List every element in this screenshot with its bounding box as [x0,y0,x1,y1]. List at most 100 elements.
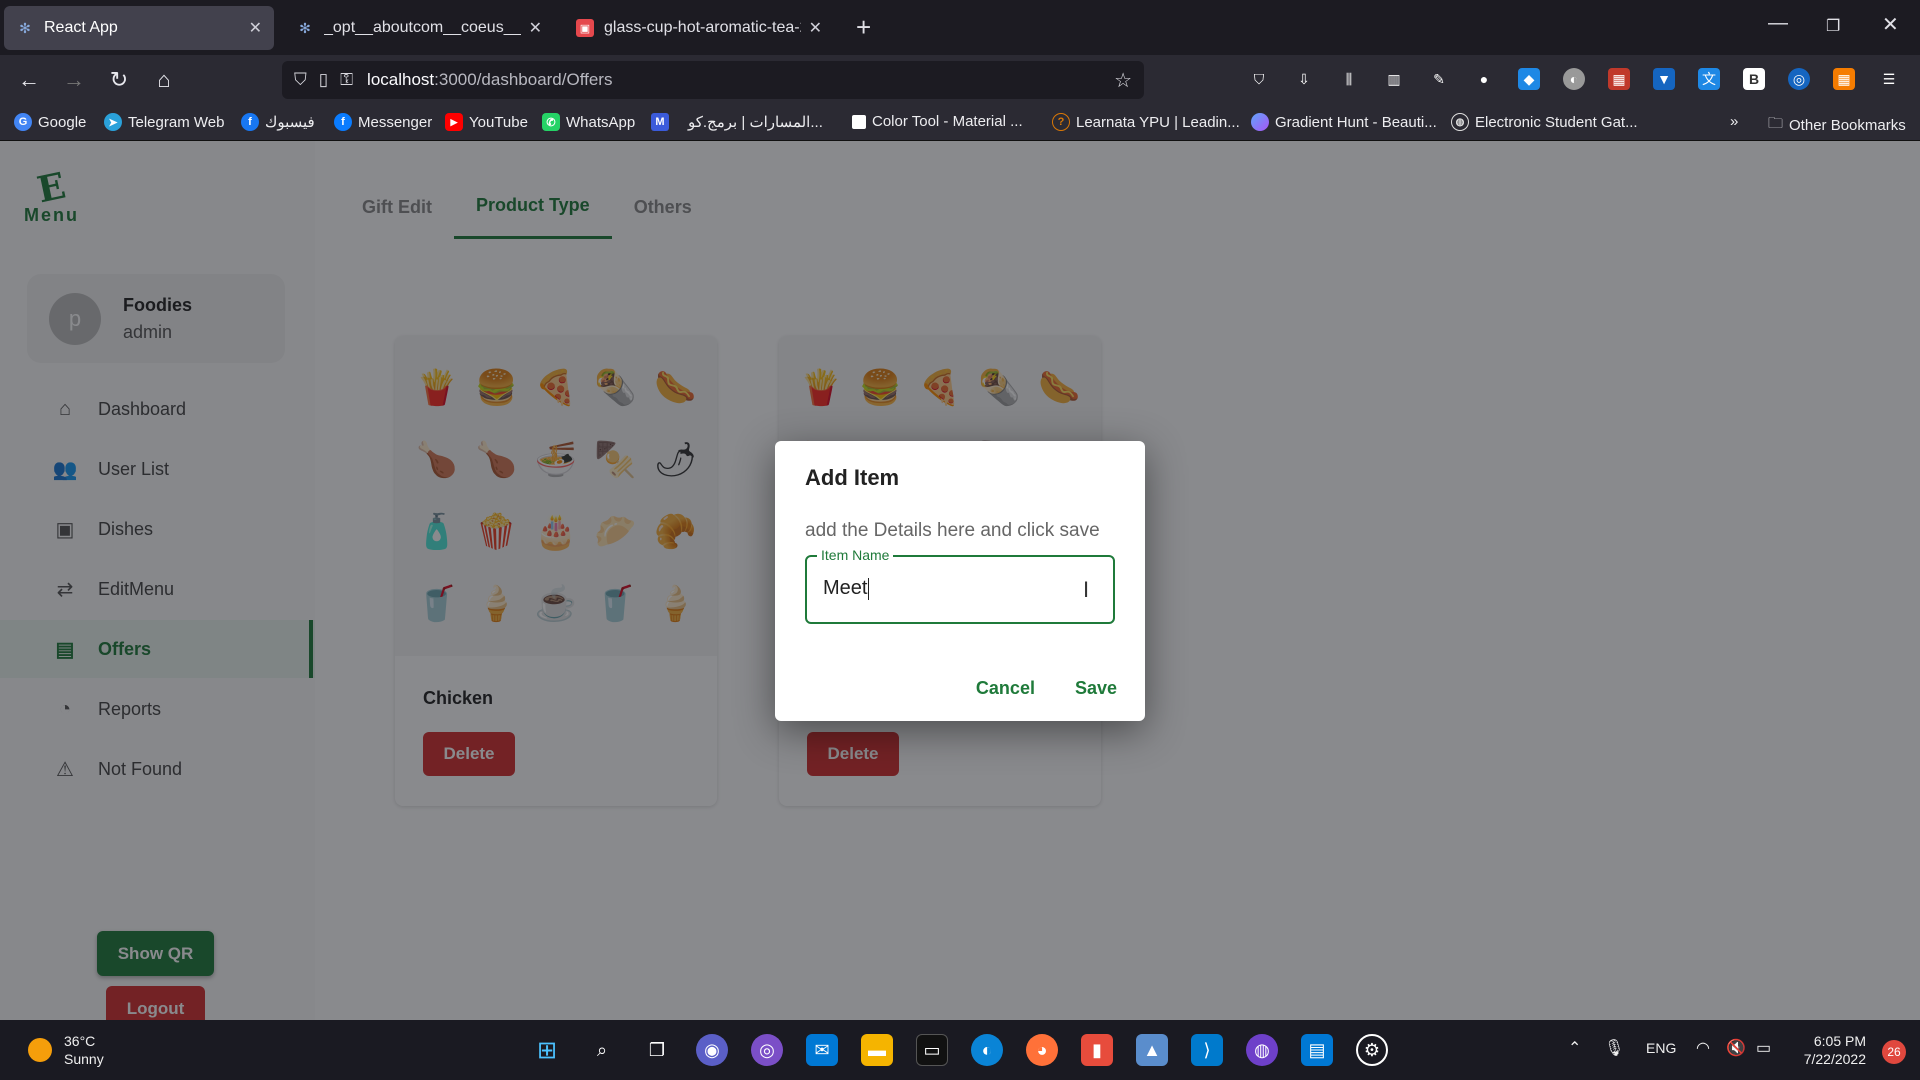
office-icon[interactable]: ▮ [1081,1034,1113,1066]
warning-icon: ⚠ [56,758,74,781]
extension-b-icon[interactable]: B [1743,68,1765,90]
translate-icon[interactable]: 文 [1698,68,1720,90]
library-icon[interactable]: ⫼ [1338,68,1360,90]
minimize-icon[interactable]: — [1768,12,1788,35]
sidebar-icon[interactable]: ▥ [1383,68,1405,90]
bookmark-gradient-hunt[interactable]: Gradient Hunt - Beauti... [1251,113,1437,131]
menu-icon[interactable]: ☰ [1878,68,1900,90]
bookmark-messenger[interactable]: f Messenger [334,113,432,131]
close-icon[interactable]: ✕ [809,18,822,38]
eyedropper-icon[interactable]: ✎ [1428,68,1450,90]
bookmark-almasarat[interactable]: المسارات | برمج.كو... [688,113,823,131]
search-icon[interactable]: ⌕ [586,1034,618,1066]
extension-shirt-icon[interactable]: ▼ [1653,68,1675,90]
vscode-icon[interactable]: ⟩ [1191,1034,1223,1066]
app-window-icon[interactable]: ▤ [1301,1034,1333,1066]
mail-icon[interactable]: ✉ [806,1034,838,1066]
bookmark-color-tool[interactable]: Color Tool - Material ... [852,113,1023,130]
file-explorer-icon[interactable]: ▬ [861,1034,893,1066]
logout-button[interactable]: Logout [106,986,205,1020]
home-icon[interactable]: ⌂ [149,65,179,95]
extension-red-icon[interactable]: ▦ [1608,68,1630,90]
speaker-muted-icon[interactable]: 🔇 [1726,1038,1746,1058]
extension-blue-icon[interactable]: ◆ [1518,68,1540,90]
browser-tab-glass-cup[interactable]: ▣ glass-cup-hot-aromatic-tea-26 ✕ [564,6,834,50]
text-caret [868,577,870,600]
microphone-icon[interactable]: 🎙 [1604,1038,1624,1058]
shield-icon[interactable]: ⛉ [294,70,307,90]
cancel-button[interactable]: Cancel [976,678,1035,699]
sidebar-item-reports[interactable]: ◔ Reports [0,680,315,738]
sidebar-item-not-found[interactable]: ⚠ Not Found [0,740,315,798]
soda-cup-icon: 🥤 [415,585,458,623]
save-button[interactable]: Save [1075,678,1117,699]
bookmark-m[interactable]: M [651,113,675,131]
photos-icon[interactable]: ▲ [1136,1034,1168,1066]
sidebar-item-dishes[interactable]: ▣ Dishes [0,500,315,558]
close-icon[interactable]: ✕ [249,18,262,38]
download-icon[interactable]: ⇩ [1293,68,1315,90]
delete-button[interactable]: Delete [423,732,515,776]
new-tab-icon[interactable]: + [856,12,871,43]
url-bar[interactable]: ⛉ ▯ ⚿ localhost:3000/dashboard/Offers ☆ [282,61,1144,99]
item-name-input[interactable]: Meet [823,577,870,600]
tab-product-type[interactable]: Product Type [454,175,612,239]
windows-start-icon[interactable]: ⊞ [531,1034,563,1066]
item-name-field[interactable]: Item Name Meet I [805,547,1115,624]
edge-icon[interactable]: ◐ [971,1034,1003,1066]
restore-icon[interactable]: ❐ [1826,16,1840,36]
close-icon[interactable]: ✕ [529,18,542,38]
url-text[interactable]: localhost:3000/dashboard/Offers [367,70,612,90]
bookmarks-overflow[interactable]: » [1730,113,1738,130]
chevron-up-icon[interactable]: ⌃ [1568,1038,1581,1058]
tab-others[interactable]: Others [612,175,714,239]
reload-icon[interactable]: ↻ [104,65,134,95]
forward-icon[interactable]: → [59,65,89,95]
delete-button[interactable]: Delete [807,732,899,776]
bookmark-google[interactable]: G Google [14,113,86,131]
other-bookmarks[interactable]: 🗀 Other Bookmarks [1768,113,1906,138]
terminal-icon[interactable]: ▭ [916,1034,948,1066]
extension-off-icon[interactable]: ▦ [1833,68,1855,90]
bookmark-star-icon[interactable]: ☆ [1114,68,1132,93]
task-view-icon[interactable]: ❐ [641,1034,673,1066]
bookmark-youtube[interactable]: ▶ YouTube [445,113,528,131]
pocket-icon[interactable]: ⛉ [1248,68,1270,90]
sidebar-item-offers[interactable]: ▤ Offers [0,620,315,678]
card-title: Chicken [423,688,494,708]
pepper-icon: 🌶 [653,441,697,479]
chat-icon[interactable]: ◉ [696,1034,728,1066]
extension-circle-icon[interactable]: ◎ [1788,68,1810,90]
key-icon[interactable]: ⚿ [340,70,353,90]
bag-icon: ▣ [55,518,75,541]
settings-icon[interactable]: ⚙ [1356,1034,1388,1066]
sidebar-item-editmenu[interactable]: ⇄ EditMenu [0,560,315,618]
wifi-icon[interactable]: ◠ [1696,1038,1710,1058]
browser-tab-opt-aboutcom[interactable]: ✻ _opt__aboutcom__coeus__reso ✕ [284,6,554,50]
bookmark-facebook[interactable]: f فيسبوك [241,113,315,131]
tab-gift-edit[interactable]: Gift Edit [340,175,454,239]
battery-icon[interactable]: ▭ [1756,1038,1771,1058]
fries-icon: 🍟 [415,369,458,407]
notification-badge[interactable]: 26 [1882,1040,1906,1064]
bookmark-telegram[interactable]: ➤ Telegram Web [104,113,224,131]
weather-widget[interactable]: 36°C Sunny [28,1032,104,1068]
sidebar-item-user-list[interactable]: 👥 User List [0,440,315,498]
podcast-icon[interactable]: ◎ [751,1034,783,1066]
url-path: :3000/dashboard/Offers [434,70,613,89]
bookmark-whatsapp[interactable]: ✆ WhatsApp [542,113,635,131]
browser-tab-react-app[interactable]: ✻ React App ✕ [4,6,274,50]
extension-icon[interactable]: ● [1473,68,1495,90]
bookmark-electronic-student[interactable]: ◍ Electronic Student Gat... [1451,113,1638,131]
github-icon[interactable]: ◍ [1246,1034,1278,1066]
bookmark-learnata[interactable]: ? Learnata YPU | Leadin... [1052,113,1240,131]
clock[interactable]: 6:05 PM 7/22/2022 [1804,1032,1866,1068]
sidebar-item-dashboard[interactable]: ⌂ Dashboard [0,380,315,438]
back-icon[interactable]: ← [14,65,44,95]
show-qr-button[interactable]: Show QR [97,931,214,976]
firefox-icon[interactable]: ◕ [1026,1034,1058,1066]
window-close-icon[interactable]: ✕ [1882,12,1899,37]
extension-gray-icon[interactable]: ◐ [1563,68,1585,90]
page-icon[interactable]: ▯ [319,70,328,90]
language-indicator[interactable]: ENG [1646,1040,1676,1056]
